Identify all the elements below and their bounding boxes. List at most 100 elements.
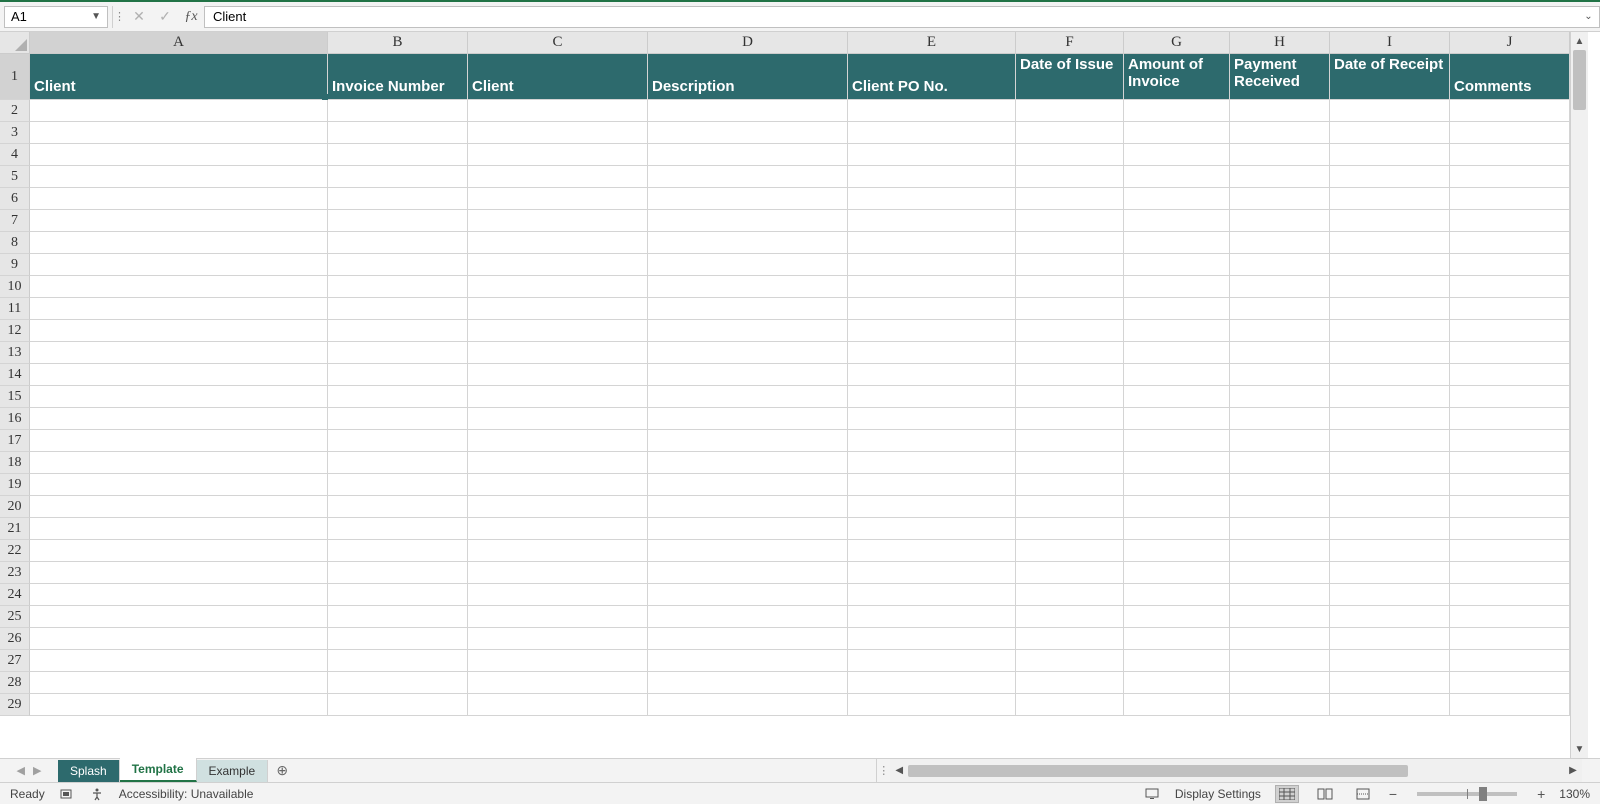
scroll-up-button[interactable]: ▲ <box>1571 32 1588 50</box>
cell-A28[interactable] <box>30 672 328 694</box>
cell-G18[interactable] <box>1124 452 1230 474</box>
cell-D29[interactable] <box>648 694 848 716</box>
cell-J1[interactable]: Comments <box>1450 54 1570 100</box>
cell-C23[interactable] <box>468 562 648 584</box>
cell-A9[interactable] <box>30 254 328 276</box>
display-settings-icon[interactable] <box>1145 786 1161 802</box>
row-header-11[interactable]: 11 <box>0 298 30 320</box>
cell-A13[interactable] <box>30 342 328 364</box>
cell-G15[interactable] <box>1124 386 1230 408</box>
cell-G11[interactable] <box>1124 298 1230 320</box>
cell-A4[interactable] <box>30 144 328 166</box>
cell-G16[interactable] <box>1124 408 1230 430</box>
horizontal-scroll-track[interactable] <box>908 764 1564 778</box>
cell-C28[interactable] <box>468 672 648 694</box>
cell-I11[interactable] <box>1330 298 1450 320</box>
cell-F24[interactable] <box>1016 584 1124 606</box>
cell-I1[interactable]: Date of Receipt <box>1330 54 1450 100</box>
cell-H26[interactable] <box>1230 628 1330 650</box>
cell-E19[interactable] <box>848 474 1016 496</box>
cell-B28[interactable] <box>328 672 468 694</box>
cell-J2[interactable] <box>1450 100 1570 122</box>
cell-D20[interactable] <box>648 496 848 518</box>
cell-I12[interactable] <box>1330 320 1450 342</box>
cell-F22[interactable] <box>1016 540 1124 562</box>
cell-J28[interactable] <box>1450 672 1570 694</box>
cell-H14[interactable] <box>1230 364 1330 386</box>
cell-C10[interactable] <box>468 276 648 298</box>
cell-G26[interactable] <box>1124 628 1230 650</box>
cell-I2[interactable] <box>1330 100 1450 122</box>
cell-E10[interactable] <box>848 276 1016 298</box>
cell-A17[interactable] <box>30 430 328 452</box>
cell-G22[interactable] <box>1124 540 1230 562</box>
cell-C18[interactable] <box>468 452 648 474</box>
cell-D16[interactable] <box>648 408 848 430</box>
cell-I3[interactable] <box>1330 122 1450 144</box>
vertical-scrollbar[interactable]: ▲ ▼ <box>1570 32 1588 758</box>
row-header-6[interactable]: 6 <box>0 188 30 210</box>
row-header-12[interactable]: 12 <box>0 320 30 342</box>
sheet-nav-next-icon[interactable]: ▶ <box>33 764 41 777</box>
cell-B9[interactable] <box>328 254 468 276</box>
cell-C3[interactable] <box>468 122 648 144</box>
cell-J3[interactable] <box>1450 122 1570 144</box>
row-header-18[interactable]: 18 <box>0 452 30 474</box>
cell-F21[interactable] <box>1016 518 1124 540</box>
cell-G9[interactable] <box>1124 254 1230 276</box>
cell-I19[interactable] <box>1330 474 1450 496</box>
column-header-H[interactable]: H <box>1230 32 1330 54</box>
cell-C19[interactable] <box>468 474 648 496</box>
row-header-1[interactable]: 1 <box>0 54 30 100</box>
cell-C5[interactable] <box>468 166 648 188</box>
cell-D2[interactable] <box>648 100 848 122</box>
cell-I26[interactable] <box>1330 628 1450 650</box>
cell-C25[interactable] <box>468 606 648 628</box>
column-header-F[interactable]: F <box>1016 32 1124 54</box>
cell-D26[interactable] <box>648 628 848 650</box>
cell-F23[interactable] <box>1016 562 1124 584</box>
cell-A24[interactable] <box>30 584 328 606</box>
cell-A18[interactable] <box>30 452 328 474</box>
cell-J26[interactable] <box>1450 628 1570 650</box>
row-header-27[interactable]: 27 <box>0 650 30 672</box>
cell-E7[interactable] <box>848 210 1016 232</box>
tab-split-handle[interactable]: ⋮ <box>876 759 890 782</box>
cell-J10[interactable] <box>1450 276 1570 298</box>
cell-H29[interactable] <box>1230 694 1330 716</box>
cell-H4[interactable] <box>1230 144 1330 166</box>
cell-J5[interactable] <box>1450 166 1570 188</box>
cell-G1[interactable]: Amount of Invoice <box>1124 54 1230 100</box>
cell-F10[interactable] <box>1016 276 1124 298</box>
cell-B4[interactable] <box>328 144 468 166</box>
cell-B8[interactable] <box>328 232 468 254</box>
cell-C21[interactable] <box>468 518 648 540</box>
cell-F7[interactable] <box>1016 210 1124 232</box>
cell-I25[interactable] <box>1330 606 1450 628</box>
cell-B1[interactable]: Invoice Number <box>328 54 468 100</box>
row-header-23[interactable]: 23 <box>0 562 30 584</box>
row-header-14[interactable]: 14 <box>0 364 30 386</box>
cell-H11[interactable] <box>1230 298 1330 320</box>
cell-G2[interactable] <box>1124 100 1230 122</box>
cell-H19[interactable] <box>1230 474 1330 496</box>
cell-F2[interactable] <box>1016 100 1124 122</box>
row-header-21[interactable]: 21 <box>0 518 30 540</box>
cell-C1[interactable]: Client <box>468 54 648 100</box>
macro-record-icon[interactable] <box>59 786 75 802</box>
cell-D10[interactable] <box>648 276 848 298</box>
cell-D17[interactable] <box>648 430 848 452</box>
row-header-2[interactable]: 2 <box>0 100 30 122</box>
cell-E20[interactable] <box>848 496 1016 518</box>
cell-A26[interactable] <box>30 628 328 650</box>
sheet-nav-buttons[interactable]: ◀ ▶ <box>0 759 58 782</box>
vertical-scroll-thumb[interactable] <box>1573 50 1586 110</box>
cell-G28[interactable] <box>1124 672 1230 694</box>
cell-D25[interactable] <box>648 606 848 628</box>
row-header-9[interactable]: 9 <box>0 254 30 276</box>
cell-D23[interactable] <box>648 562 848 584</box>
cell-H5[interactable] <box>1230 166 1330 188</box>
cell-C22[interactable] <box>468 540 648 562</box>
cell-F8[interactable] <box>1016 232 1124 254</box>
sheet-tab-splash[interactable]: Splash <box>58 760 120 782</box>
